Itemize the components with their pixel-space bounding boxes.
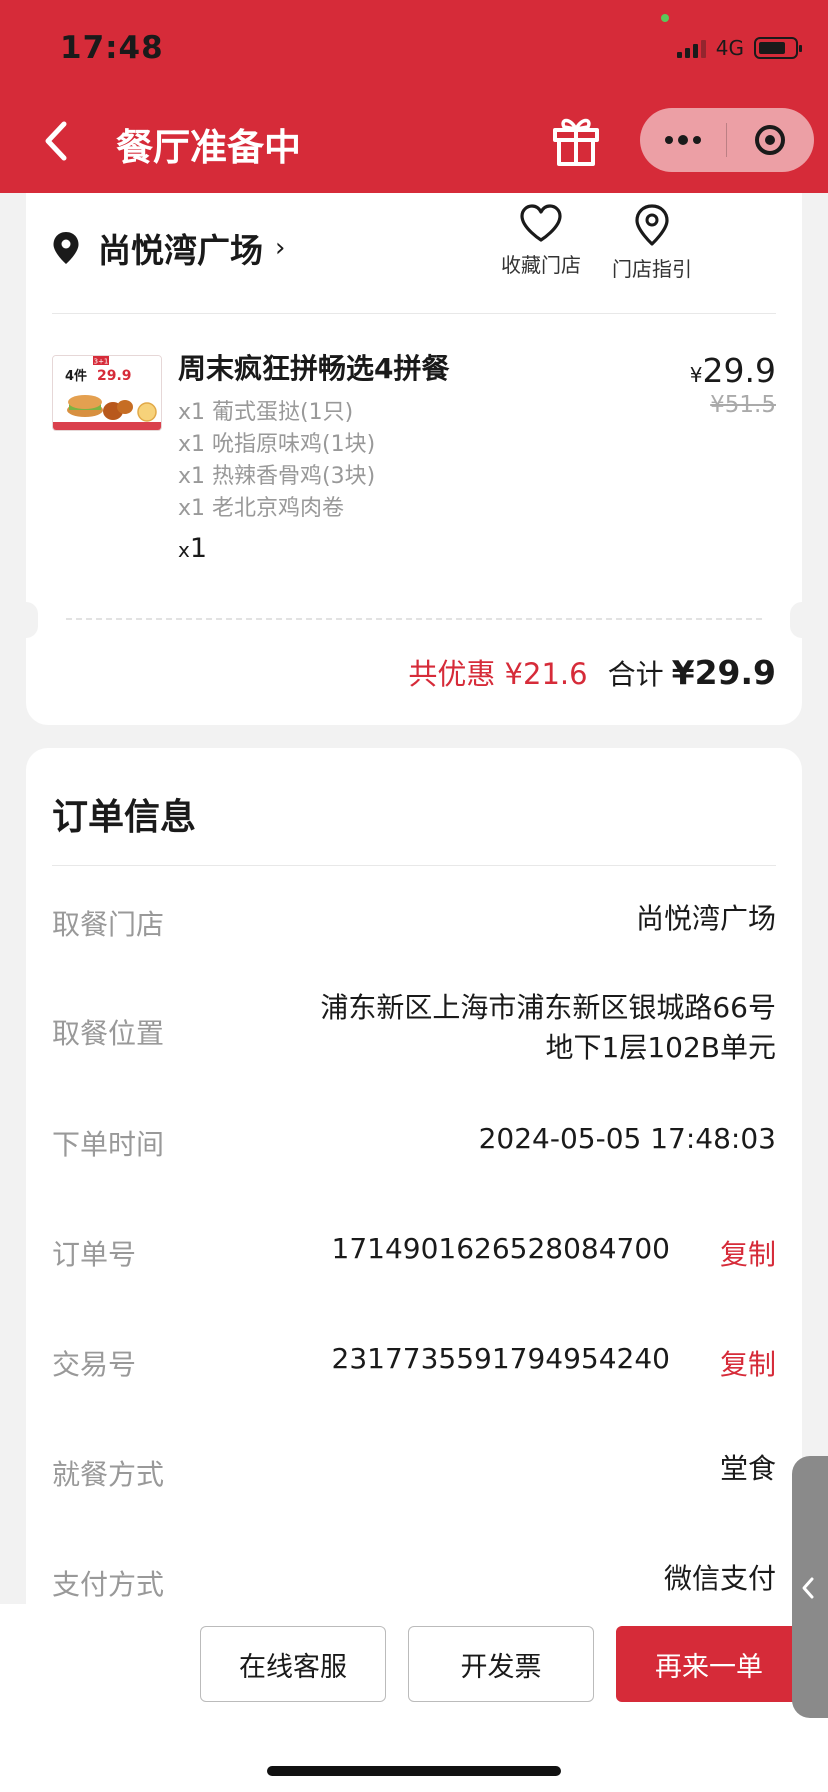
gift-button[interactable] — [551, 112, 601, 168]
product-item-list: x1 葡式蛋挞(1只) x1 吮指原味鸡(1块) x1 热辣香骨鸡(3块) x1… — [178, 397, 375, 525]
pickup-location-value: 浦东新区上海市浦东新区银城路66号 地下1层102B单元 — [320, 988, 776, 1068]
divider — [52, 865, 776, 866]
invoice-button[interactable]: 开发票 — [408, 1626, 594, 1702]
heart-icon — [520, 204, 562, 242]
pickup-store-value: 尚悦湾广场 — [635, 902, 776, 935]
bottom-action-bar: 在线客服 开发票 再来一单 — [0, 1604, 828, 1792]
dashed-divider — [66, 618, 762, 620]
map-pin-icon — [635, 204, 669, 246]
product-title: 周末疯狂拼畅选4拼餐 — [178, 352, 450, 385]
order-info-card: 订单信息 取餐门店 尚悦湾广场 取餐位置 浦东新区上海市浦东新区银城路66号 地… — [26, 748, 802, 1648]
address-line-2: 地下1层102B单元 — [545, 1031, 776, 1064]
order-time-value: 2024-05-05 17:48:03 — [478, 1122, 776, 1155]
close-button[interactable] — [727, 108, 813, 172]
payment-method-value: 微信支付 — [663, 1562, 776, 1595]
store-link[interactable]: 尚悦湾广场 › — [52, 224, 285, 272]
store-directions-button[interactable]: 门店指引 — [602, 203, 702, 282]
dining-method-label: 就餐方式 — [52, 1458, 165, 1491]
pickup-store-label: 取餐门店 — [52, 908, 165, 941]
list-item: x1 热辣香骨鸡(3块) — [178, 464, 376, 489]
back-button[interactable] — [40, 118, 74, 164]
order-summary-card: 尚悦湾广场 › 收藏门店 门店指引 3+1 4件 29.9 周末疯狂拼畅选4拼餐… — [14, 193, 814, 725]
network-type: 4G — [715, 36, 744, 60]
gift-icon — [553, 118, 599, 166]
pickup-location-label: 取餐位置 — [52, 1017, 165, 1050]
order-info-heading: 订单信息 — [52, 797, 197, 838]
privacy-indicator — [661, 14, 669, 22]
list-item: x1 吮指原味鸡(1块) — [178, 432, 376, 457]
favorite-store-label: 收藏门店 — [501, 253, 581, 277]
transaction-number-value: 2317735591794954240 — [331, 1342, 670, 1375]
copy-transaction-number-button[interactable]: 复制 — [720, 1343, 776, 1383]
page-title: 餐厅准备中 — [116, 126, 301, 169]
order-number-value: 1714901626528084700 — [331, 1232, 670, 1265]
mini-program-capsule — [640, 108, 814, 172]
total-label: 合计 — [607, 658, 664, 691]
store-directions-label: 门店指引 — [612, 257, 692, 281]
transaction-number-label: 交易号 — [52, 1348, 137, 1381]
image-tag: 3+1 — [94, 358, 109, 366]
reorder-button[interactable]: 再来一单 — [616, 1626, 802, 1702]
status-icons: 4G — [676, 36, 802, 60]
list-item: x1 老北京鸡肉卷 — [178, 496, 345, 521]
discount-total: 共优惠 ¥21.6 — [408, 657, 588, 691]
customer-service-button[interactable]: 在线客服 — [200, 1626, 386, 1702]
copy-order-number-button[interactable]: 复制 — [720, 1233, 776, 1273]
order-time-label: 下单时间 — [52, 1128, 165, 1161]
dining-method-value: 堂食 — [719, 1452, 776, 1485]
signal-bars-icon — [676, 38, 706, 58]
payment-method-label: 支付方式 — [52, 1568, 165, 1601]
divider — [52, 313, 776, 314]
order-number-label: 订单号 — [52, 1238, 137, 1271]
location-pin-icon — [53, 232, 79, 264]
battery-level — [759, 42, 785, 54]
ticket-notch-left — [14, 602, 38, 638]
list-item: x1 葡式蛋挞(1只) — [178, 400, 354, 425]
image-badge: 4件 — [65, 368, 87, 384]
target-close-icon — [755, 125, 785, 155]
status-time: 17:48 — [60, 30, 164, 66]
image-price: 29.9 — [97, 368, 132, 384]
chevron-left-icon — [802, 1577, 814, 1599]
store-name: 尚悦湾广场 — [98, 231, 263, 270]
more-button[interactable] — [640, 108, 726, 172]
original-price: ¥51.5 — [710, 392, 776, 418]
total-value: ¥29.9 — [671, 653, 776, 692]
product-quantity: x1 — [178, 533, 207, 564]
home-indicator[interactable] — [267, 1766, 561, 1776]
chevron-right-icon: › — [275, 233, 286, 263]
product-image: 3+1 4件 29.9 — [52, 355, 162, 431]
current-price-value: 29.9 — [702, 351, 776, 390]
battery-icon — [754, 37, 802, 59]
ticket-notch-right — [790, 602, 814, 638]
chevron-left-icon — [45, 121, 67, 161]
product-price: ¥29.9 ¥51.5 — [690, 351, 776, 418]
current-price: ¥29.9 — [690, 351, 776, 390]
address-line-1: 浦东新区上海市浦东新区银城路66号 — [320, 991, 776, 1024]
favorite-store-button[interactable]: 收藏门店 — [491, 203, 591, 278]
quantity-value: 1 — [189, 533, 208, 564]
more-dots-icon — [665, 136, 673, 144]
order-totals: 共优惠 ¥21.6 合计 ¥29.9 — [408, 651, 776, 693]
quantity-prefix: x — [178, 538, 190, 562]
side-drawer-tab[interactable] — [792, 1456, 828, 1718]
currency-symbol: ¥ — [689, 363, 703, 387]
